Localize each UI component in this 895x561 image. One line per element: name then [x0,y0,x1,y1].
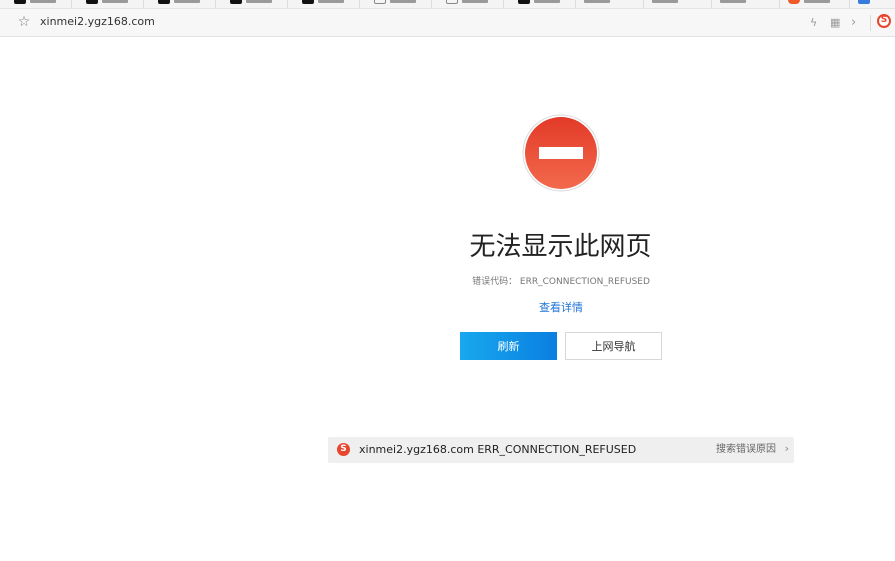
search-error-bar[interactable]: xinmei2.ygz168.com ERR_CONNECTION_REFUSE… [328,437,794,463]
error-code-text: 错误代码： ERR_CONNECTION_REFUSED [472,277,650,287]
address-bar: ☆ xinmei2.ygz168.com ϟ ▦ › [0,9,895,37]
globe-icon [446,0,458,4]
browser-tab[interactable] [644,0,712,8]
site-favicon-icon [158,0,170,4]
star-icon[interactable]: ☆ [16,14,32,30]
search-query-text: xinmei2.ygz168.com ERR_CONNECTION_REFUSE… [359,443,637,456]
browser-tab[interactable] [712,0,780,8]
site-favicon-icon [302,0,314,4]
sogou-extension-icon[interactable] [877,14,891,28]
toolbar-divider [870,15,871,31]
site-favicon-icon [518,0,530,4]
browser-tab[interactable] [504,0,576,8]
browser-tab[interactable] [360,0,432,8]
refresh-button[interactable]: 刷新 [460,332,557,360]
browser-tab[interactable] [144,0,216,8]
lightning-icon[interactable]: ϟ [810,15,817,31]
browser-tab[interactable] [0,0,72,8]
sogou-favicon-icon [788,0,800,4]
browser-tab[interactable] [288,0,360,8]
browser-tab[interactable] [432,0,504,8]
site-favicon-icon [230,0,242,4]
browser-tab[interactable] [576,0,644,8]
sogou-search-icon [337,443,350,456]
browser-tab[interactable] [850,0,895,8]
no-entry-icon [522,114,600,192]
qr-code-icon[interactable]: ▦ [830,15,840,31]
url-field[interactable]: xinmei2.ygz168.com [40,15,155,29]
chevron-right-icon: › [784,442,789,455]
tab-strip [0,0,895,9]
globe-icon [374,0,386,4]
view-details-link[interactable]: 查看详情 [521,300,601,315]
site-favicon-icon [86,0,98,4]
site-favicon-icon [858,0,870,4]
site-favicon-icon [14,0,26,4]
search-reason-label: 搜索错误原因 [716,444,776,455]
page-title: 无法显示此网页 [469,232,652,262]
browser-tab[interactable] [780,0,850,8]
browser-tab[interactable] [72,0,144,8]
browser-tab[interactable] [216,0,288,8]
web-navigation-button[interactable]: 上网导航 [565,332,662,360]
chevron-right-icon[interactable]: › [851,15,856,31]
